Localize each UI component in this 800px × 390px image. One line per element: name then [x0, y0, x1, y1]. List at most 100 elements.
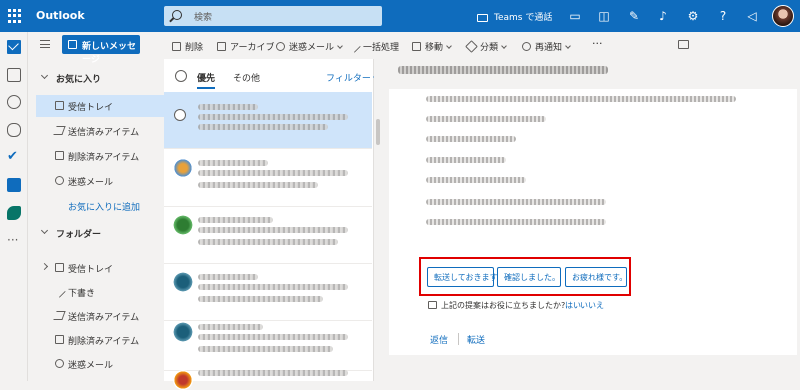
folder-drafts[interactable]: 下書き: [36, 281, 164, 303]
layout-icon: [678, 40, 689, 49]
bell-icon[interactable]: ♪: [656, 9, 670, 23]
categorize-button[interactable]: 分類: [465, 40, 507, 53]
tab-focused-indicator: [197, 87, 215, 89]
list-item[interactable]: [164, 150, 372, 207]
attachment-icon[interactable]: [7, 123, 21, 137]
list-item[interactable]: [164, 362, 372, 390]
teams-call-label: Teams で通話: [494, 13, 553, 23]
calendar-icon[interactable]: [7, 68, 21, 82]
teams-call-button[interactable]: Teams で通話: [477, 10, 552, 23]
redacted-body-line: [426, 157, 506, 163]
folder-junk[interactable]: 迷惑メール: [36, 353, 164, 375]
fav-deleted[interactable]: 削除済みアイテム: [36, 145, 164, 167]
megaphone-icon[interactable]: ◁: [745, 9, 759, 23]
blocked-icon: [55, 359, 64, 368]
folder-sent-label: 送信済みアイテム: [68, 313, 140, 323]
clock-icon: [522, 42, 531, 51]
more-apps-icon[interactable]: ···: [7, 234, 21, 249]
app-rail: ✔ ···: [0, 32, 28, 381]
list-item[interactable]: [164, 92, 372, 149]
fav-sent-label: 送信済みアイテム: [68, 128, 140, 138]
delete-button[interactable]: 削除: [172, 40, 203, 53]
redacted-text: [198, 182, 318, 188]
notes-icon[interactable]: ✎: [627, 9, 641, 23]
tab-focused[interactable]: 優先: [197, 71, 215, 84]
redacted-text: [198, 370, 348, 376]
scrollbar-thumb[interactable]: [376, 119, 380, 145]
junk-button[interactable]: 迷惑メール: [276, 40, 343, 53]
avatar: [173, 272, 193, 292]
app-title[interactable]: Outlook: [36, 9, 85, 22]
add-favorite-link[interactable]: お気に入りに追加: [36, 195, 164, 217]
move-button[interactable]: 移動: [412, 40, 452, 53]
select-all-checkbox[interactable]: [175, 70, 187, 82]
avatar[interactable]: [772, 5, 794, 27]
people-icon[interactable]: [7, 95, 21, 109]
hamburger-menu-icon[interactable]: [40, 40, 50, 48]
trash-icon: [55, 151, 64, 160]
office-icon[interactable]: ◫: [597, 9, 611, 23]
sweep-label: 一括処理: [363, 43, 400, 53]
top-bar: Outlook 検索 Teams で通話 ▭ ◫ ✎ ♪ ⚙ ? ◁: [0, 0, 800, 32]
chevron-down-icon: [565, 43, 571, 49]
filter-button[interactable]: フィルター: [326, 71, 379, 84]
mail-icon[interactable]: [7, 40, 21, 54]
move-label: 移動: [425, 43, 444, 53]
more-commands-button[interactable]: ···: [592, 37, 603, 50]
folders-header[interactable]: フォルダー: [36, 222, 164, 244]
search-icon: [172, 10, 182, 20]
chevron-down-icon: [446, 43, 452, 49]
forward-button[interactable]: 転送: [467, 333, 485, 346]
archive-icon: [217, 42, 226, 51]
fav-inbox[interactable]: 受信トレイ: [36, 95, 164, 117]
reply-button[interactable]: 返信: [430, 333, 448, 346]
archive-button[interactable]: アーカイブ: [217, 40, 274, 53]
video-camera-icon: [477, 13, 488, 22]
folder-deleted-label: 削除済みアイテム: [68, 337, 140, 347]
chevron-down-icon: [40, 226, 49, 235]
list-item[interactable]: [164, 207, 372, 264]
folder-junk-label: 迷惑メール: [68, 361, 114, 371]
gear-icon[interactable]: ⚙: [686, 9, 700, 23]
list-item[interactable]: [164, 264, 372, 321]
compose-icon: [68, 40, 77, 49]
categorize-label: 分類: [480, 43, 499, 53]
avatar: [173, 215, 193, 235]
avatar: [173, 158, 193, 178]
help-icon[interactable]: ?: [716, 9, 730, 23]
chat-icon[interactable]: ▭: [568, 9, 582, 23]
message-list-scrollbar[interactable]: [374, 59, 382, 381]
chevron-down-icon: [40, 71, 49, 80]
folder-deleted[interactable]: 削除済みアイテム: [36, 329, 164, 351]
avatar: [173, 370, 193, 390]
suggested-reply-2[interactable]: 確認しました。: [497, 267, 561, 287]
tab-other[interactable]: その他: [233, 71, 260, 84]
bookings-icon[interactable]: [7, 206, 21, 220]
redacted-text: [198, 239, 338, 245]
new-message-button[interactable]: 新しいメッセージ: [62, 35, 140, 65]
delete-label: 削除: [185, 43, 204, 53]
folder-inbox[interactable]: 受信トレイ: [36, 257, 164, 279]
suggested-reply-1[interactable]: 転送しておきます。: [427, 267, 505, 287]
app-launcher-icon[interactable]: [8, 9, 22, 23]
feedback-yes-link[interactable]: はい: [565, 300, 581, 311]
send-icon: [53, 126, 66, 135]
fav-junk[interactable]: 迷惑メール: [36, 170, 164, 192]
snooze-button[interactable]: 再通知: [522, 40, 571, 53]
suggested-reply-3[interactable]: お疲れ様です。: [565, 267, 627, 287]
feedback-no-link[interactable]: いいえ: [580, 300, 604, 311]
add-favorite-label: お気に入りに追加: [68, 203, 141, 213]
sweep-button[interactable]: 一括処理: [348, 40, 400, 53]
favorites-header-label: お気に入り: [56, 75, 102, 85]
folders-header-label: フォルダー: [56, 230, 102, 240]
favorites-header[interactable]: お気に入り: [36, 67, 164, 89]
todo-icon[interactable]: ✔: [7, 150, 21, 164]
fav-sent[interactable]: 送信済みアイテム: [36, 120, 164, 142]
search-box[interactable]: 検索: [164, 6, 382, 26]
folder-sent[interactable]: 送信済みアイテム: [36, 305, 164, 327]
reading-pane-toggle[interactable]: [678, 40, 693, 51]
yammer-icon[interactable]: [7, 178, 21, 192]
chevron-down-icon: [501, 43, 507, 49]
row-select-radio[interactable]: [174, 109, 186, 121]
folder-drafts-label: 下書き: [68, 289, 96, 299]
